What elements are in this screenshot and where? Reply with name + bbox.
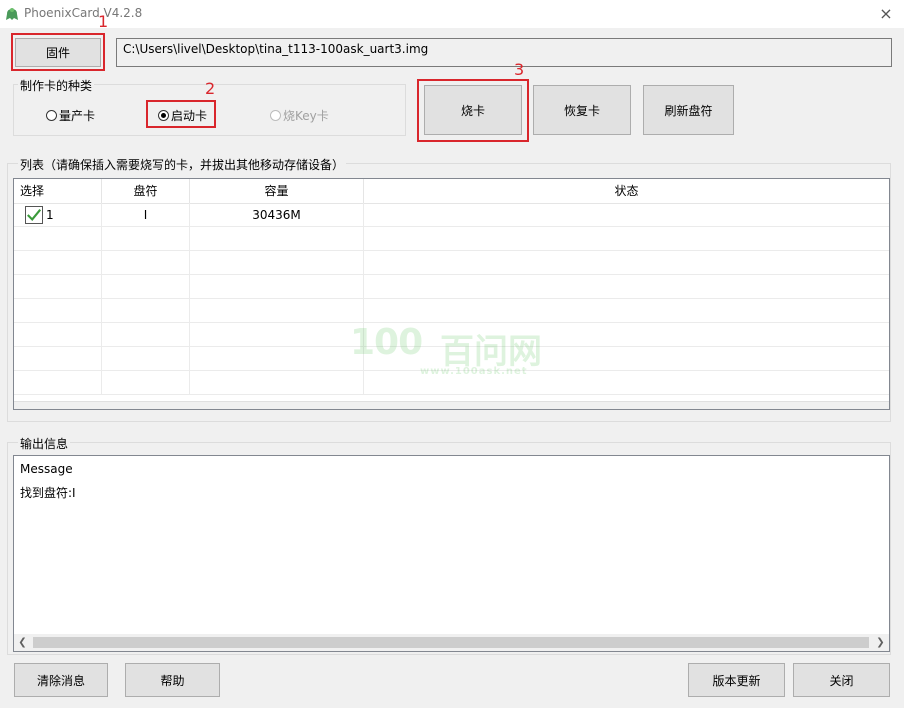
annotation-box-2 [146, 100, 216, 128]
row-index: 1 [46, 203, 102, 227]
row-drive: I [102, 203, 190, 227]
empty-row [14, 251, 889, 275]
window-close-icon[interactable]: × [876, 4, 896, 24]
help-button[interactable]: 帮助 [125, 663, 220, 697]
version-update-button[interactable]: 版本更新 [688, 663, 785, 697]
output-group-label: 输出信息 [18, 435, 71, 452]
window-title: PhoenixCard V4.2.8 [24, 6, 143, 20]
annotation-number-1: 1 [98, 12, 109, 31]
col-drive-header[interactable]: 盘符 [102, 179, 190, 203]
card-type-group-label: 制作卡的种类 [18, 77, 95, 94]
output-line: Message [20, 462, 73, 476]
empty-row [14, 227, 889, 251]
scrollbar-thumb[interactable] [33, 637, 869, 648]
table-header: 选择 盘符 容量 状态 [14, 179, 889, 204]
radio-mass-production-label: 量产卡 [59, 109, 96, 123]
watermark-logo: 100 百问网 www.100ask.net [350, 322, 560, 382]
clear-messages-button[interactable]: 清除消息 [14, 663, 108, 697]
annotation-box-1 [11, 33, 105, 71]
col-capacity-header[interactable]: 容量 [190, 179, 364, 203]
radio-key-card[interactable]: 烧Key卡 [270, 107, 329, 124]
empty-row [14, 299, 889, 323]
scroll-left-icon[interactable]: ❮ [14, 634, 31, 651]
table-row[interactable]: 1 I 30436M [14, 203, 889, 227]
output-line: 找到盘符:I [20, 486, 76, 500]
radio-disabled-icon [270, 110, 281, 121]
close-button[interactable]: 关闭 [793, 663, 890, 697]
radio-key-card-label: 烧Key卡 [283, 109, 329, 123]
list-group-label: 列表（请确保插入需要烧写的卡，并拔出其他移动存储设备） [18, 156, 347, 173]
restore-card-button[interactable]: 恢复卡 [533, 85, 631, 135]
radio-unselected-icon [46, 110, 57, 121]
annotation-box-3 [417, 79, 529, 142]
output-horizontal-scrollbar[interactable]: ❮ ❯ [14, 634, 889, 651]
table-scrollbar[interactable] [14, 401, 889, 409]
refresh-drives-button[interactable]: 刷新盘符 [643, 85, 734, 135]
app-icon [6, 8, 18, 20]
checkmark-icon [27, 208, 42, 222]
title-bar: PhoenixCard V4.2.8 × [0, 0, 904, 28]
row-status [364, 203, 889, 227]
row-checkbox[interactable] [25, 206, 43, 224]
scroll-right-icon[interactable]: ❯ [872, 634, 889, 651]
annotation-number-2: 2 [205, 79, 216, 98]
watermark-url: www.100ask.net [420, 366, 528, 377]
radio-mass-production[interactable]: 量产卡 [46, 107, 95, 124]
annotation-number-3: 3 [514, 60, 525, 79]
col-status-header[interactable]: 状态 [364, 179, 889, 203]
row-capacity: 30436M [190, 203, 364, 227]
empty-row [14, 275, 889, 299]
watermark-number: 100 [350, 322, 423, 363]
output-textarea[interactable]: Message 找到盘符:I ❮ ❯ [13, 455, 890, 652]
firmware-path-field[interactable]: C:\Users\livel\Desktop\tina_t113-100ask_… [116, 38, 892, 67]
col-select-header[interactable]: 选择 [14, 179, 102, 203]
